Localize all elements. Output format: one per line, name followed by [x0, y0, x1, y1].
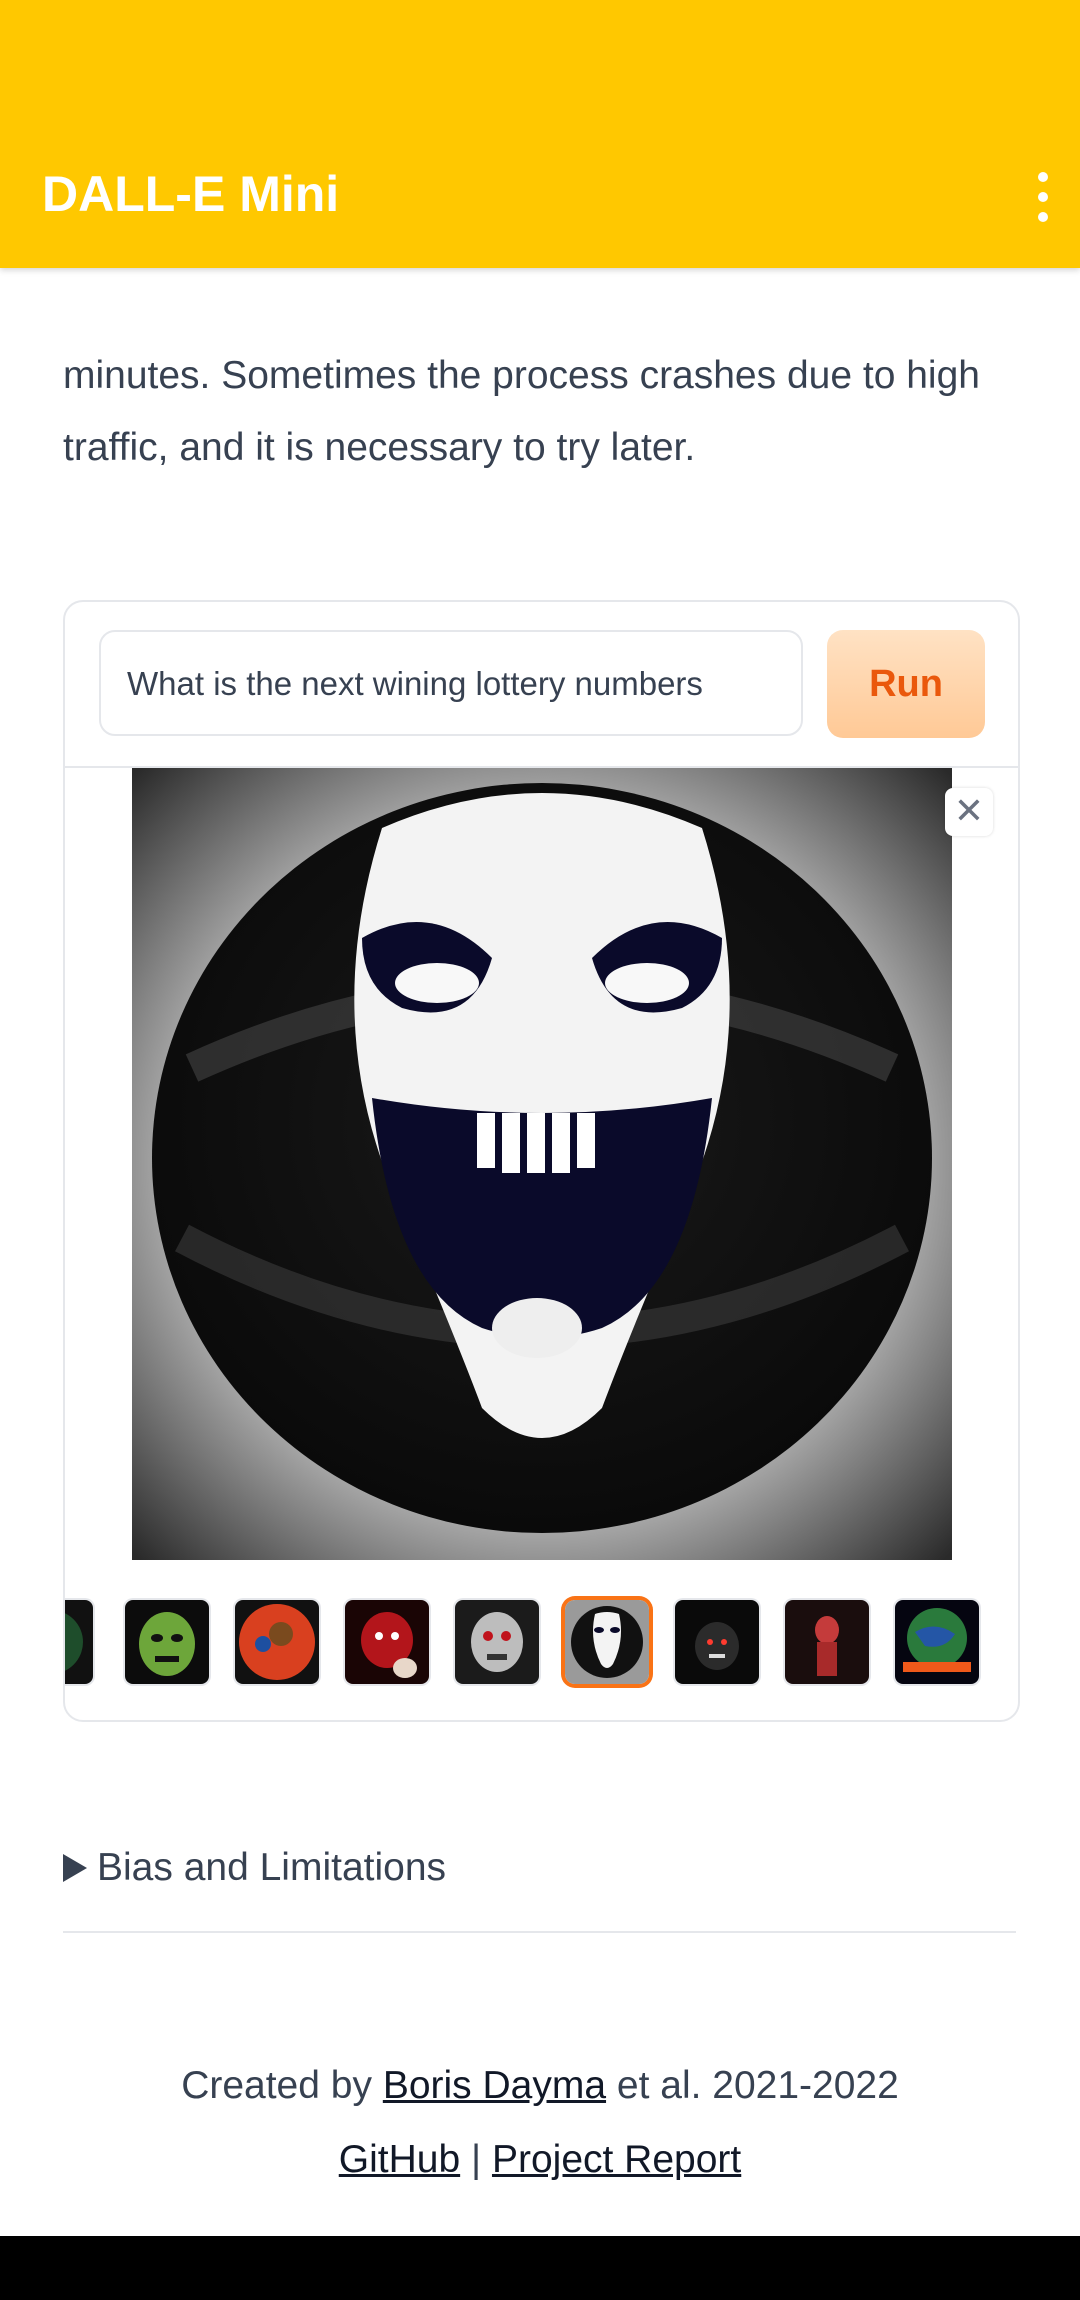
author-link[interactable]: Boris Dayma — [383, 2064, 606, 2107]
description-paragraph: minutes. Sometimes the process crashes d… — [63, 268, 1013, 484]
app-bar: DALL-E Mini — [0, 0, 1080, 268]
thumbnail-green-goblin[interactable] — [125, 1600, 209, 1684]
footer-credit: Created by Boris Dayma et al. 2021-2022 — [0, 2064, 1080, 2108]
triangle-right-icon — [63, 1854, 87, 1882]
footer-links: GitHub | Project Report — [0, 2138, 1080, 2182]
run-button[interactable]: Run — [827, 630, 985, 738]
generated-image — [132, 768, 952, 1560]
thumbnail-globe-partial[interactable] — [65, 1600, 93, 1684]
thumbnail-earth-fire[interactable] — [895, 1600, 979, 1684]
system-nav-bar — [0, 2236, 1080, 2300]
app-title: DALL-E Mini — [42, 166, 340, 222]
page-content: minutes. Sometimes the process crashes d… — [0, 268, 1080, 2236]
created-by-text: Created by — [181, 2064, 372, 2107]
project-report-link[interactable]: Project Report — [492, 2138, 741, 2181]
thumbnail-red-figure[interactable] — [785, 1600, 869, 1684]
description-line-2: minutes. Sometimes the process crashes d… — [63, 354, 980, 397]
thumbnail-red-demon[interactable] — [345, 1600, 429, 1684]
link-separator: | — [470, 2138, 482, 2181]
close-icon[interactable]: ✕ — [945, 788, 993, 836]
more-options-icon[interactable] — [1028, 172, 1058, 222]
thumbnail-red-circle-figure[interactable] — [235, 1600, 319, 1684]
thumbnail-white-clown-skull[interactable] — [565, 1600, 649, 1684]
thumbnail-dark-creature[interactable] — [675, 1600, 759, 1684]
thumbnail-strip — [65, 1592, 1018, 1692]
section-divider — [63, 1931, 1016, 1933]
demo-card: What is the next wining lottery numbers … — [63, 600, 1020, 1722]
year-text: et al. 2021-2022 — [616, 2064, 899, 2107]
bias-label: Bias and Limitations — [97, 1846, 447, 1889]
prompt-input[interactable]: What is the next wining lottery numbers — [99, 630, 803, 736]
github-link[interactable]: GitHub — [339, 2138, 460, 2181]
thumbnail-grey-skull[interactable] — [455, 1600, 539, 1684]
bias-limitations-toggle[interactable]: Bias and Limitations — [63, 1846, 446, 1890]
description-line-3: traffic, and it is necessary to try late… — [63, 426, 696, 469]
